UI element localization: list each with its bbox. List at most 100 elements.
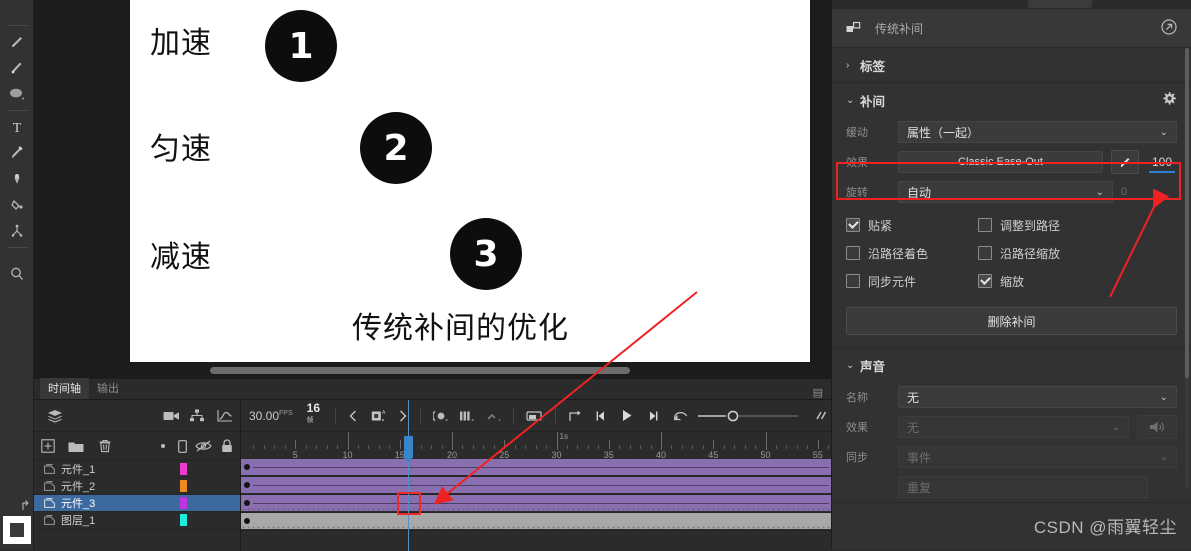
resize-icon[interactable] (812, 410, 831, 422)
chevron-down-icon[interactable]: ⌄ (1096, 187, 1104, 198)
tween-span[interactable] (241, 459, 831, 475)
step-back-icon[interactable] (591, 410, 610, 422)
chevron-down-icon[interactable]: ⌄ (846, 95, 860, 106)
rotate-select[interactable]: 自动 ⌄ (898, 181, 1113, 203)
tween-span[interactable] (241, 495, 831, 511)
option-orient-to-path[interactable]: 调整到路径 (978, 217, 1078, 234)
option-snap[interactable]: 贴紧 (846, 217, 978, 234)
static-span[interactable] (241, 513, 831, 529)
checkbox-scale[interactable] (978, 274, 992, 288)
bone-tool-icon[interactable] (5, 166, 29, 192)
layer-row[interactable]: 元件_3 (34, 495, 240, 512)
zoom-tool-icon[interactable] (5, 261, 29, 287)
play-icon[interactable] (616, 409, 637, 422)
ease-select[interactable]: 属性（一起） ⌄ (898, 121, 1177, 143)
eyedropper-tool-icon[interactable] (5, 140, 29, 166)
stage-bubble-2[interactable]: 2 (360, 112, 432, 184)
lock-icon[interactable] (214, 439, 240, 453)
chevron-down-icon[interactable]: ⌄ (1160, 392, 1168, 403)
oval-tool-icon[interactable] (5, 81, 29, 107)
panel-menu-icon[interactable]: ▤ (813, 386, 831, 399)
option-color-along-path[interactable]: 沿路径着色 (846, 245, 978, 262)
option-scale[interactable]: 缩放 (978, 273, 1042, 290)
checkbox-sync-symbol[interactable] (846, 274, 860, 288)
stage-horizontal-scrollbar[interactable] (130, 367, 810, 374)
layer-parenting-icon[interactable] (184, 409, 210, 422)
sound-repeat-select[interactable]: 重复 (898, 476, 1148, 498)
chevron-down-icon[interactable]: ⌄ (1160, 127, 1168, 138)
checkbox-scale-along-path[interactable] (978, 246, 992, 260)
current-frame-value[interactable]: 16帧 (307, 401, 326, 430)
zoom-slider-icon[interactable] (698, 410, 806, 422)
playhead[interactable] (404, 400, 413, 551)
option-sync-symbol[interactable]: 同步元件 (846, 273, 978, 290)
hide-eye-icon[interactable] (192, 440, 214, 452)
brush-tool-icon[interactable] (5, 55, 29, 81)
swap-colors-icon[interactable]: ↱ (20, 498, 31, 514)
tween-span[interactable] (241, 477, 831, 493)
effect-select[interactable]: Classic Ease-Out (898, 151, 1103, 173)
camera-icon[interactable] (158, 410, 184, 422)
keyframe-marker[interactable] (244, 482, 250, 488)
new-layer-icon[interactable] (34, 439, 62, 453)
layer-row[interactable]: 图层_1 (34, 512, 240, 529)
frame-row[interactable] (241, 513, 831, 531)
stage-canvas[interactable]: 加速 匀速 减速 1 2 3 传统补间的优化 (130, 0, 810, 362)
keyframe-marker[interactable] (244, 464, 250, 470)
pencil-icon[interactable] (1111, 150, 1139, 174)
layer-row[interactable]: 元件_1 (34, 461, 240, 478)
chevron-down-icon[interactable]: ⌄ (1112, 422, 1120, 433)
option-scale-along-path[interactable]: 沿路径缩放 (978, 245, 1078, 262)
tab-output[interactable]: 输出 (89, 378, 127, 399)
sound-name-select[interactable]: 无 ⌄ (898, 386, 1177, 408)
onion-skin-outline-icon[interactable] (457, 410, 478, 422)
paint-bucket-tool-icon[interactable] (5, 192, 29, 218)
sound-sync-select[interactable]: 事件 ⌄ (898, 446, 1177, 468)
fps-value[interactable]: 30.00FPS (249, 409, 293, 423)
modify-onion-markers-icon[interactable] (523, 410, 546, 422)
layers-icon[interactable] (34, 409, 76, 423)
effect-strength-input[interactable]: 100 (1147, 155, 1177, 173)
selected-frame-box[interactable] (397, 492, 421, 515)
stage-bubble-3[interactable]: 3 (450, 218, 522, 290)
delete-tween-button[interactable]: 删除补间 (846, 307, 1177, 335)
section-labels-header[interactable]: › 标签 (832, 48, 1191, 82)
onion-dot-icon[interactable] (154, 443, 172, 449)
text-tool-icon[interactable]: T (5, 114, 29, 140)
timeline-ruler[interactable]: 5 10 15 20 25 30 35 40 45 50 55 1s (241, 432, 831, 461)
checkbox-snap[interactable] (846, 218, 860, 232)
chevron-down-icon[interactable]: ⌄ (846, 360, 860, 371)
fill-color-swatch[interactable] (2, 516, 31, 544)
insert-keyframe-icon[interactable]: A (368, 409, 389, 423)
bind-tool-icon[interactable] (5, 218, 29, 244)
graph-editor-icon[interactable] (210, 409, 240, 422)
repeat-icon[interactable] (670, 410, 693, 422)
checkbox-orient-to-path[interactable] (978, 218, 992, 232)
speaker-icon[interactable] (1137, 415, 1177, 439)
section-sound-header[interactable]: ⌄ 声音 (832, 348, 1191, 382)
properties-scrollbar-thumb[interactable] (1185, 48, 1189, 378)
onion-skin-icon[interactable] (430, 410, 451, 422)
step-forward-icon[interactable] (643, 410, 664, 422)
keyframe-marker[interactable] (244, 518, 250, 524)
sound-effect-select[interactable]: 无 ⌄ (898, 416, 1129, 438)
layer-row[interactable]: 元件_2 (34, 478, 240, 495)
delete-layer-icon[interactable] (90, 439, 120, 453)
section-tween-header[interactable]: ⌄ 补间 (832, 83, 1191, 117)
chevron-down-icon[interactable]: ⌄ (1160, 452, 1168, 463)
chevron-right-icon[interactable]: › (846, 60, 860, 71)
frame-row[interactable] (241, 477, 831, 495)
loop-icon[interactable] (565, 409, 586, 423)
new-folder-icon[interactable] (62, 440, 90, 453)
tab-timeline[interactable]: 时间轴 (40, 378, 89, 399)
previous-keyframe-icon[interactable] (345, 410, 362, 422)
panel-tab-stub[interactable] (1028, 0, 1092, 8)
gear-icon[interactable] (1161, 91, 1177, 110)
checkbox-color-along-path[interactable] (846, 246, 860, 260)
expand-panel-icon[interactable] (1161, 18, 1177, 38)
outline-icon[interactable] (172, 439, 192, 453)
frame-row[interactable] (241, 459, 831, 477)
edit-multiple-frames-icon[interactable] (484, 410, 505, 422)
frame-row[interactable] (241, 495, 831, 513)
stage-bubble-1[interactable]: 1 (265, 10, 337, 82)
